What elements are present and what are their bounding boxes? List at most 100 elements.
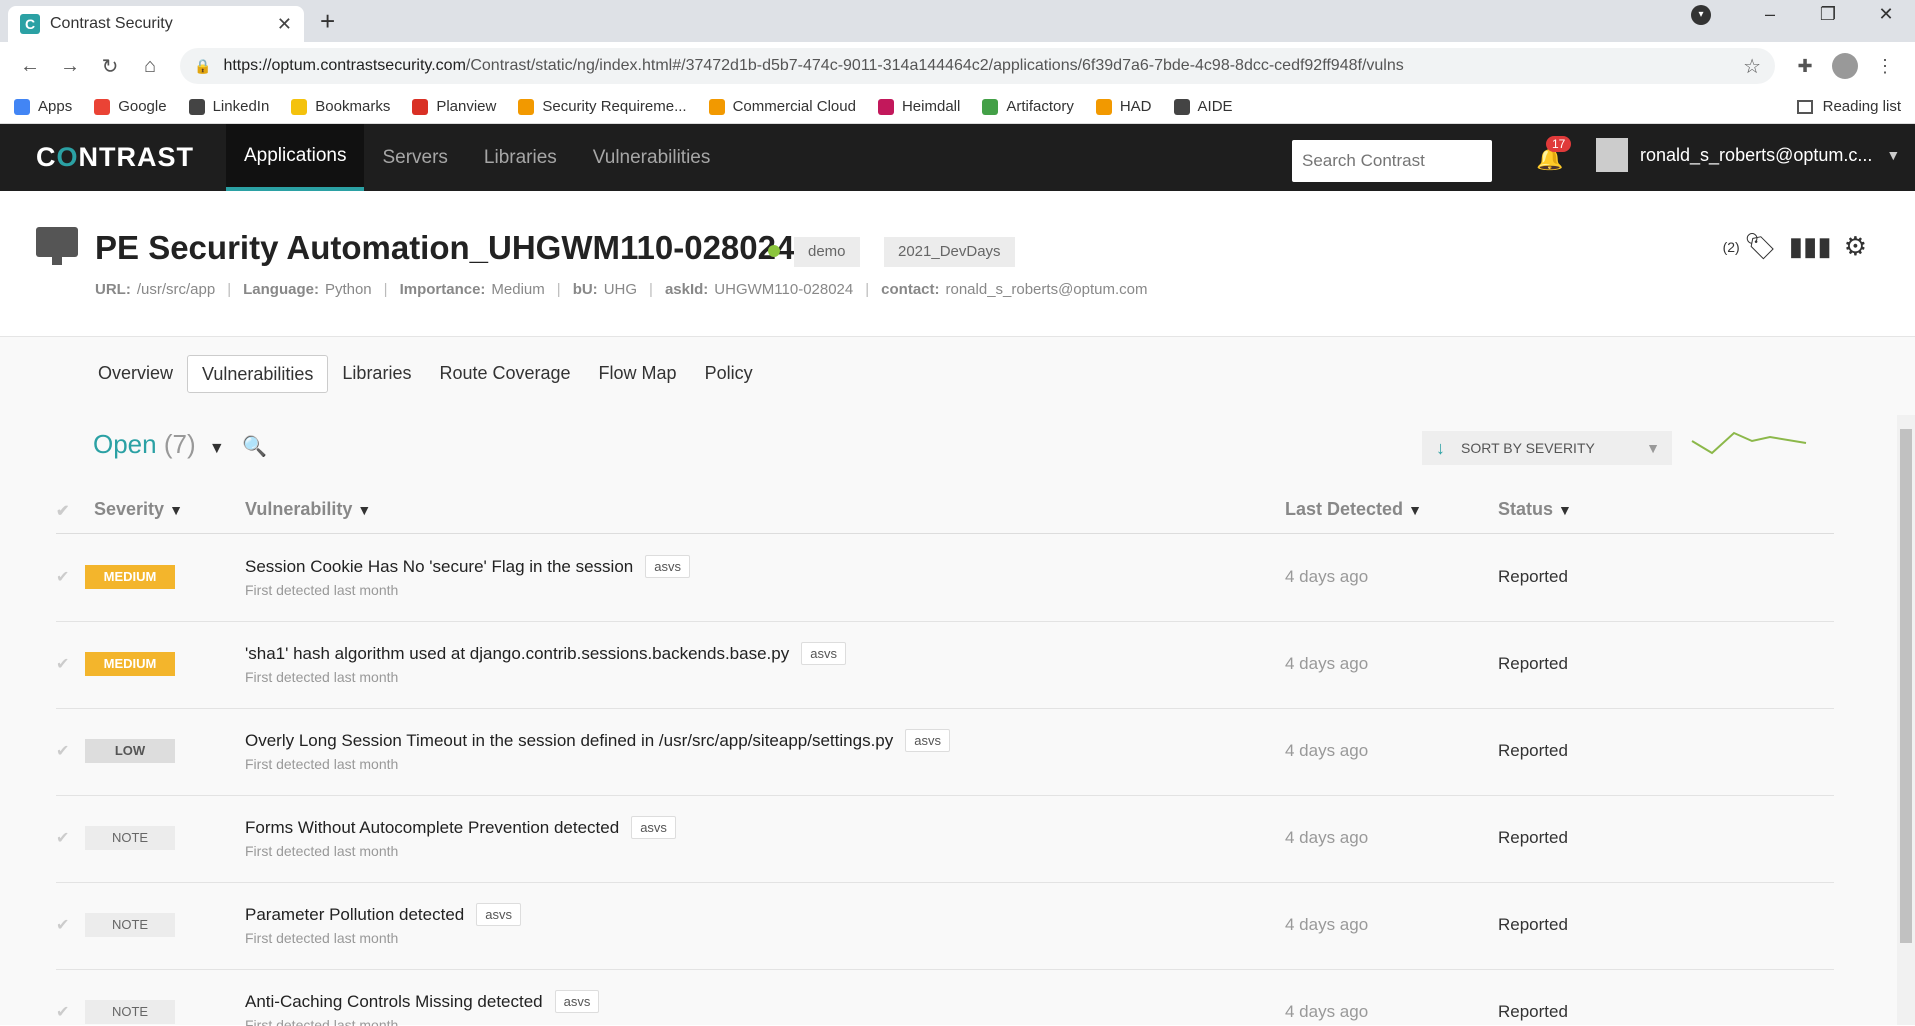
- header-vulnerability[interactable]: Vulnerability ▼: [245, 499, 371, 520]
- vulnerability-title[interactable]: Forms Without Autocomplete Prevention de…: [245, 818, 619, 838]
- vulnerability-title[interactable]: Overly Long Session Timeout in the sessi…: [245, 731, 893, 751]
- bookmark-item[interactable]: Planview: [412, 98, 496, 115]
- close-tab-icon[interactable]: ✕: [277, 14, 292, 35]
- status-value[interactable]: Reported: [1498, 828, 1568, 848]
- vulnerability-name[interactable]: Overly Long Session Timeout in the sessi…: [245, 729, 950, 752]
- filter-icon[interactable]: ▼: [1408, 502, 1422, 518]
- vulnerability-title[interactable]: Parameter Pollution detected: [245, 905, 464, 925]
- tag-devdays[interactable]: 2021_DevDays: [884, 237, 1015, 267]
- tab-route-coverage[interactable]: Route Coverage: [425, 355, 584, 393]
- reading-list[interactable]: Reading list: [1796, 98, 1901, 115]
- filter-icon[interactable]: ▼: [169, 502, 183, 518]
- sort-direction-icon[interactable]: ↓: [1436, 438, 1445, 459]
- tab-libraries[interactable]: Libraries: [328, 355, 425, 393]
- bookmark-item[interactable]: LinkedIn: [188, 98, 269, 115]
- home-icon[interactable]: ⌂: [130, 55, 170, 78]
- gear-icon[interactable]: ⚙: [1844, 231, 1867, 262]
- bookmark-item[interactable]: Google: [94, 98, 167, 115]
- vulnerability-tag[interactable]: asvs: [905, 729, 950, 752]
- vulnerability-tag[interactable]: asvs: [631, 816, 676, 839]
- table-row[interactable]: ✔ MEDIUM 'sha1' hash algorithm used at dja…: [56, 622, 1834, 709]
- bookmark-star-icon[interactable]: ☆: [1743, 54, 1761, 79]
- table-row[interactable]: ✔ MEDIUM Session Cookie Has No 'secure' Fl…: [56, 535, 1834, 622]
- tag-demo[interactable]: demo: [794, 237, 860, 267]
- vulnerability-tag[interactable]: asvs: [801, 642, 846, 665]
- vulnerability-name[interactable]: Forms Without Autocomplete Prevention de…: [245, 816, 676, 839]
- vulnerability-name[interactable]: Parameter Pollution detected asvs: [245, 903, 521, 926]
- reload-icon[interactable]: ↻: [90, 54, 130, 79]
- tab-flow-map[interactable]: Flow Map: [585, 355, 691, 393]
- sort-dropdown[interactable]: ↓ SORT BY SEVERITY ▼: [1422, 431, 1672, 465]
- status-value[interactable]: Reported: [1498, 1002, 1568, 1022]
- vulnerability-title[interactable]: Session Cookie Has No 'secure' Flag in t…: [245, 557, 633, 577]
- table-row[interactable]: ✔ NOTE Forms Without Autocomplete Preventi…: [56, 796, 1834, 883]
- filter-icon[interactable]: ▼: [1558, 502, 1572, 518]
- vulnerability-name[interactable]: Session Cookie Has No 'secure' Flag in t…: [245, 555, 690, 578]
- vulnerability-name[interactable]: 'sha1' hash algorithm used at django.con…: [245, 642, 846, 665]
- vulnerability-name[interactable]: Anti-Caching Controls Missing detected as…: [245, 990, 600, 1013]
- contrast-logo[interactable]: CONTRAST: [36, 142, 226, 173]
- table-row[interactable]: ✔ NOTE Parameter Pollution detected asvs Fir…: [56, 883, 1834, 970]
- forward-icon[interactable]: →: [50, 55, 90, 78]
- vulnerability-tag[interactable]: asvs: [554, 990, 600, 1013]
- new-tab-icon[interactable]: +: [320, 6, 335, 37]
- filter-icon[interactable]: ▼: [357, 502, 371, 518]
- stats-icon[interactable]: ▮▮▮: [1789, 231, 1832, 262]
- close-window-icon[interactable]: ✕: [1857, 4, 1915, 25]
- bookmark-item[interactable]: Security Requireme...: [518, 98, 687, 115]
- search-icon[interactable]: 🔍: [242, 436, 267, 458]
- back-icon[interactable]: ←: [10, 55, 50, 78]
- nav-item-vulnerabilities[interactable]: Vulnerabilities: [575, 124, 729, 191]
- extensions-icon[interactable]: ✚: [1785, 56, 1825, 77]
- restore-icon[interactable]: ❐: [1799, 4, 1857, 25]
- vulnerability-tag[interactable]: asvs: [645, 555, 690, 578]
- header-status[interactable]: Status ▼: [1498, 499, 1572, 520]
- tab-overview[interactable]: Overview: [84, 355, 187, 393]
- vulnerability-title[interactable]: 'sha1' hash algorithm used at django.con…: [245, 644, 789, 664]
- lock-icon[interactable]: 🔒: [194, 58, 211, 75]
- tab-policy[interactable]: Policy: [691, 355, 767, 393]
- tab-search-icon[interactable]: ▾: [1691, 4, 1711, 25]
- scrollbar-thumb[interactable]: [1900, 429, 1912, 943]
- header-severity[interactable]: Severity ▼: [94, 499, 183, 520]
- status-value[interactable]: Reported: [1498, 654, 1568, 674]
- tags-icon[interactable]: 🏷: [1744, 231, 1777, 262]
- status-value[interactable]: Reported: [1498, 741, 1568, 761]
- bookmark-item[interactable]: Commercial Cloud: [708, 98, 856, 115]
- nav-item-servers[interactable]: Servers: [364, 124, 465, 191]
- profile-avatar[interactable]: [1832, 53, 1858, 79]
- status-value[interactable]: Reported: [1498, 915, 1568, 935]
- header-last-detected[interactable]: Last Detected ▼: [1285, 499, 1422, 520]
- vulnerability-tag[interactable]: asvs: [476, 903, 521, 926]
- row-check-icon[interactable]: ✔: [56, 828, 69, 848]
- row-check-icon[interactable]: ✔: [56, 567, 69, 587]
- row-check-icon[interactable]: ✔: [56, 654, 69, 674]
- nav-item-libraries[interactable]: Libraries: [466, 124, 575, 191]
- row-check-icon[interactable]: ✔: [56, 1002, 69, 1022]
- chevron-down-icon[interactable]: ▼: [209, 440, 225, 457]
- bookmark-item[interactable]: AIDE: [1173, 98, 1233, 115]
- search-input[interactable]: [1292, 140, 1492, 182]
- tab-vulnerabilities[interactable]: Vulnerabilities: [187, 355, 329, 393]
- bookmark-item[interactable]: HAD: [1095, 98, 1152, 115]
- nav-item-applications[interactable]: Applications: [226, 124, 365, 191]
- table-row[interactable]: ✔ LOW Overly Long Session Timeout in the s…: [56, 709, 1834, 796]
- row-check-icon[interactable]: ✔: [56, 741, 69, 761]
- first-detected: First detected last month: [245, 930, 399, 946]
- select-all-check-icon[interactable]: ✔: [56, 501, 69, 521]
- url-bar[interactable]: 🔒 https://optum.contrastsecurity.com/Con…: [180, 48, 1775, 84]
- bookmark-item[interactable]: Bookmarks: [291, 98, 390, 115]
- minimize-icon[interactable]: –: [1741, 4, 1799, 25]
- user-menu[interactable]: ronald_s_roberts@optum.c... ▼: [1596, 138, 1900, 172]
- browser-tab[interactable]: C Contrast Security ✕: [8, 6, 304, 42]
- table-row[interactable]: ✔ NOTE Anti-Caching Controls Missing detec…: [56, 970, 1834, 1026]
- menu-icon[interactable]: ⋮: [1865, 56, 1905, 77]
- status-filter[interactable]: Open (7) ▼ 🔍: [93, 429, 267, 460]
- bookmark-item[interactable]: Apps: [14, 98, 72, 115]
- bookmark-item[interactable]: Artifactory: [982, 98, 1074, 115]
- status-value[interactable]: Reported: [1498, 567, 1568, 587]
- row-check-icon[interactable]: ✔: [56, 915, 69, 935]
- vulnerability-title[interactable]: Anti-Caching Controls Missing detected: [245, 992, 543, 1012]
- scrollbar[interactable]: [1897, 415, 1915, 1025]
- bookmark-item[interactable]: Heimdall: [877, 98, 960, 115]
